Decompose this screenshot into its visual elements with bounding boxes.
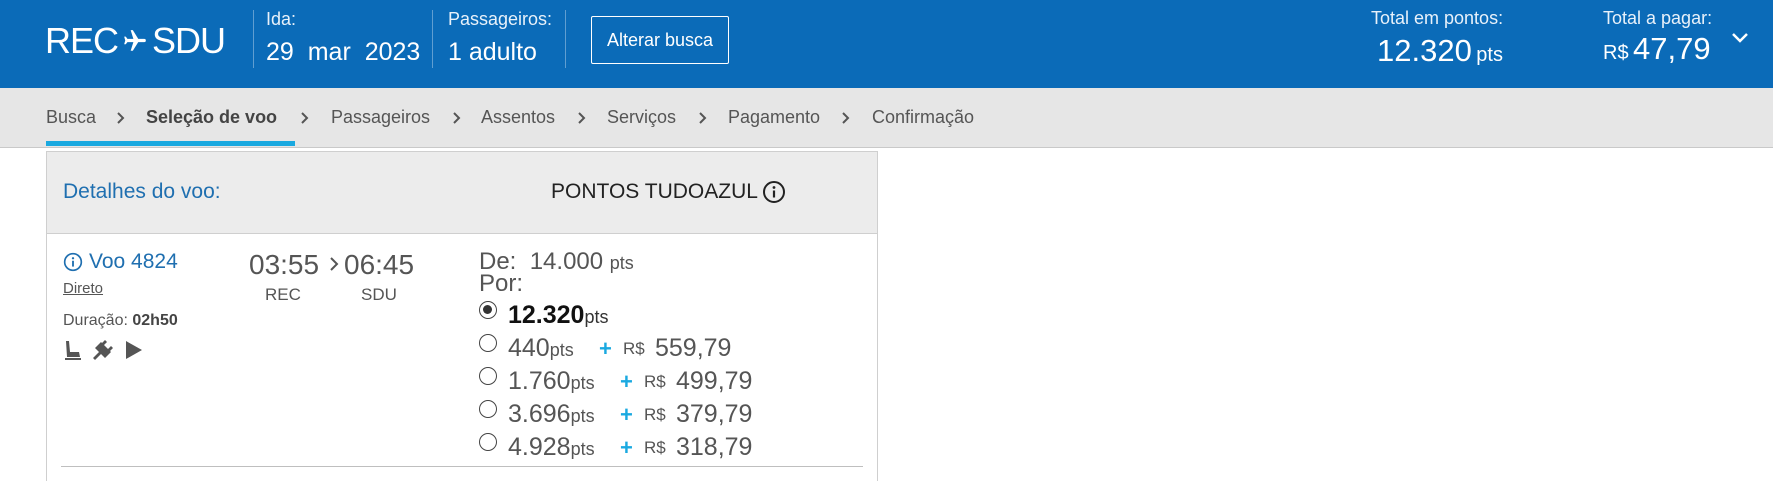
chevron-right-icon [453,112,461,124]
info-icon [63,252,83,272]
ida-label: Ida: [266,9,297,29]
header-divider [253,10,254,68]
chevron-right-icon [301,112,309,124]
duracao: Duração: 02h50 [63,312,178,330]
plus-sign: + [620,369,633,394]
total-pagar-currency: R$ [1603,42,1629,64]
plus-sign: + [620,402,633,427]
card-divider [61,466,863,467]
de-value: 14.000 [529,248,604,275]
chevron-down-icon[interactable] [1730,30,1750,46]
total-pontos-label: Total em pontos: [1371,8,1504,28]
top-header: REC SDU Ida: 29 mar 2023 Passageiros: 1 … [0,0,1773,88]
step-assentos[interactable]: Assentos [481,107,555,128]
pontos-tudoazul-title: PONTOS TUDOAZUL [551,180,786,204]
step-servicos[interactable]: Serviços [607,107,676,128]
chevron-right-icon [699,112,707,124]
de-unit: pts [609,253,634,273]
step-busca[interactable]: Busca [46,107,96,128]
total-pagar-label: Total a pagar: [1603,8,1713,28]
destination-code: SDU [152,20,226,61]
plus-sign: + [620,435,633,460]
chevron-right-icon [330,257,339,271]
fare-money: 379,79 [676,400,753,428]
fare-radio[interactable] [479,367,497,385]
fare-points: 4.928pts [508,433,595,461]
depart-time: 03:55 [249,249,320,280]
flight-number-link[interactable]: Voo 4824 [63,250,178,274]
total-pagar-value: R$ 47,79 [1603,31,1711,67]
fare-points: 3.696pts [508,400,595,428]
seat-icon [65,341,81,360]
chevron-right-icon [842,112,850,124]
total-pontos-unit: pts [1476,44,1503,66]
fare-points: 12.320pts [508,301,609,329]
detalhes-title: Detalhes do voo: [63,180,221,203]
currency-label: R$ [644,405,666,424]
total-pontos-number: 12.320 [1377,33,1472,68]
origin-code: REC [45,20,119,61]
fare-money: 559,79 [655,334,732,362]
pontos-title-text: PONTOS TUDOAZUL [551,180,758,203]
duracao-label: Duração: [63,312,128,329]
fare-radio[interactable] [479,334,497,352]
fare-money: 318,79 [676,433,753,461]
header-divider [432,10,433,68]
currency-label: R$ [623,339,645,358]
fare-points: 1.760pts [508,367,595,395]
progress-steps: Busca Seleção de voo Passageiros Assento… [0,88,1773,148]
direto-link[interactable]: Direto [63,280,103,297]
duracao-value: 02h50 [132,312,178,329]
step-selecao-de-voo[interactable]: Seleção de voo [146,107,277,128]
fare-radio[interactable] [479,433,497,451]
step-confirmacao[interactable]: Confirmação [872,107,974,128]
flight-number: Voo 4824 [89,250,178,273]
step-passageiros[interactable]: Passageiros [331,107,430,128]
power-plug-icon [93,340,113,360]
route-title: REC SDU [45,20,226,62]
fare-radio[interactable] [479,301,497,319]
passageiros-value: 1 adulto [448,38,537,66]
arrive-airport: SDU [361,285,397,304]
flight-card: Detalhes do voo: PONTOS TUDOAZUL Voo 482… [46,151,878,481]
por-label: Por: [479,270,524,297]
currency-label: R$ [644,438,666,457]
ida-month: mar [307,38,351,66]
airplane-icon [124,30,146,51]
chevron-right-icon [578,112,586,124]
chevron-right-icon [117,112,125,124]
header-divider [565,10,566,68]
fare-money: 499,79 [676,367,753,395]
ida-day: 29 [266,38,294,66]
currency-label: R$ [644,372,666,391]
alterar-busca-button[interactable]: Alterar busca [591,16,729,64]
total-pontos-value: 12.320 pts [1377,33,1503,69]
ida-year: 2023 [364,38,421,66]
step-pagamento[interactable]: Pagamento [728,107,820,128]
play-icon [126,341,142,359]
plus-sign: + [599,336,612,361]
depart-airport: REC [265,285,301,304]
arrive-time: 06:45 [344,249,415,280]
passageiros-label: Passageiros: [448,9,553,29]
info-icon[interactable] [762,180,786,204]
fare-radio[interactable] [479,400,497,418]
total-pagar-number: 47,79 [1633,31,1711,66]
fare-points: 440pts [508,334,574,362]
flight-card-header: Detalhes do voo: PONTOS TUDOAZUL [47,152,877,234]
active-step-indicator [46,141,295,146]
ida-date: 29 mar 2023 [266,38,420,67]
